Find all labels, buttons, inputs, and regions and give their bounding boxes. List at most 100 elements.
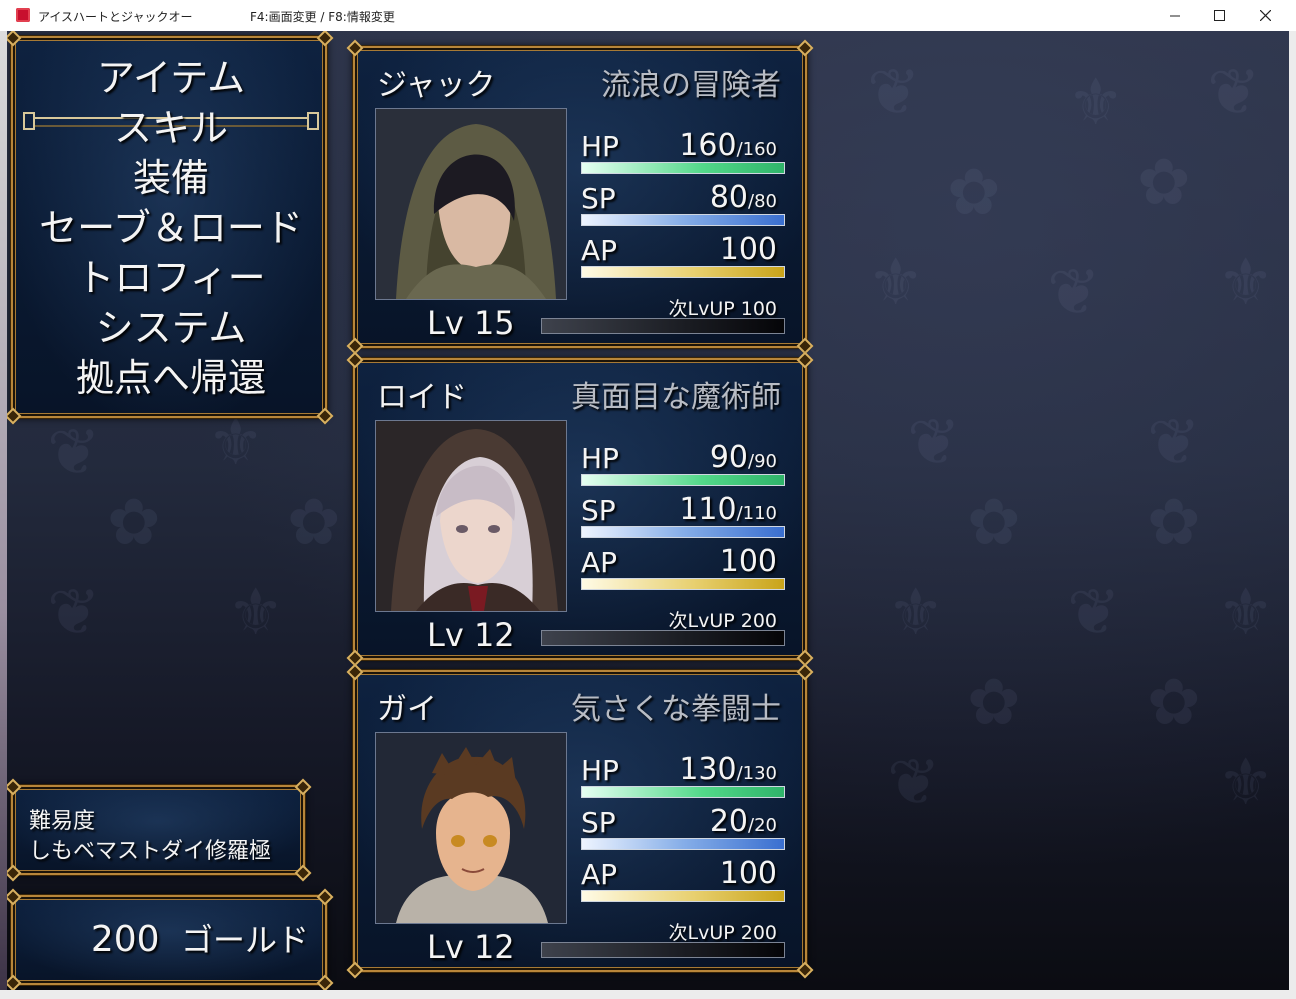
window-bottom-edge [0, 990, 1296, 999]
frame-corner-ornament [7, 864, 22, 882]
ap-label: AP [581, 234, 618, 267]
difficulty-panel: 難易度 しもベマストダイ修羅極 [7, 778, 312, 882]
character-level: Lv 12 [427, 616, 515, 654]
fleur-ornament-icon: ❦ [1147, 406, 1201, 480]
sp-label: SP [581, 182, 616, 215]
exp-bar [541, 942, 785, 958]
sp-bar [581, 214, 785, 226]
party-member-card[interactable]: ロイド 真面目な魔術師 HP 90/90 SP 110/110 AP 100 次… [346, 351, 814, 667]
frame-corner-ornament [316, 407, 334, 425]
frame-corner-ornament [796, 351, 814, 369]
desktop-edge [0, 31, 7, 999]
minimize-icon [1169, 15, 1180, 17]
fleur-ornament-icon: ⚜ [1217, 746, 1275, 820]
window-edge [1289, 31, 1296, 999]
sp-bar [581, 526, 785, 538]
fleur-ornament-icon: ✿ [1147, 486, 1201, 560]
gold-unit: ゴールド [180, 921, 309, 959]
fleur-ornament-icon: ⚜ [867, 246, 925, 320]
fleur-ornament-icon: ❦ [867, 56, 921, 130]
fleur-ornament-icon: ⚜ [887, 576, 945, 650]
gold-display: 200 ゴールド [91, 915, 309, 961]
frame-corner-ornament [346, 663, 364, 681]
difficulty-label: 難易度 [29, 809, 96, 834]
sp-value: 110/110 [679, 492, 777, 527]
difficulty-value: しもベマストダイ修羅極 [29, 839, 272, 864]
menu-item-save-load[interactable]: セーブ＆ロード [13, 203, 329, 253]
close-icon [1259, 10, 1271, 21]
character-class: 流浪の冒険者 [601, 68, 781, 103]
maximize-button[interactable] [1196, 0, 1242, 31]
frame-corner-ornament [346, 351, 364, 369]
frame-corner-ornament [796, 663, 814, 681]
fleur-ornament-icon: ❦ [907, 406, 961, 480]
minimize-button[interactable] [1152, 0, 1198, 31]
game-screen: ❦ ⚜ ❦ ✿ ✿ ⚜ ❦ ⚜ ❦ ⚜ ❦ ❦ ✿ ✿ ✿ ✿ ❦ ⚜ ⚜ ❦ … [7, 31, 1289, 990]
frame-corner-ornament [7, 407, 22, 425]
menu-item-return-to-base[interactable]: 拠点へ帰還 [13, 353, 329, 403]
hp-bar [581, 474, 785, 486]
fleur-ornament-icon: ❦ [1067, 576, 1121, 650]
ap-value: 100 [719, 856, 777, 891]
ap-value: 100 [719, 544, 777, 579]
sp-value: 20/20 [709, 804, 777, 839]
close-button[interactable] [1242, 0, 1288, 31]
menu-item-item[interactable]: アイテム [13, 53, 329, 103]
party-member-card[interactable]: ジャック 流浪の冒険者 HP 160/160 SP 80/80 AP 100 次… [346, 39, 814, 355]
hotkey-hint: F4:画面変更 / F8:情報変更 [250, 10, 395, 24]
frame-corner-ornament [294, 778, 312, 796]
fleur-ornament-icon: ✿ [1137, 146, 1191, 220]
party-member-card[interactable]: ガイ 気さくな拳闘士 HP 130/130 SP 20/20 AP 100 次L… [346, 663, 814, 979]
fleur-ornament-icon: ❦ [47, 416, 101, 490]
gold-panel: 200 ゴールド [7, 888, 334, 990]
next-levelup: 次LvUP 100 [668, 298, 778, 320]
frame-corner-ornament [796, 39, 814, 57]
fleur-ornament-icon: ❦ [47, 576, 101, 650]
fleur-ornament-icon: ❦ [887, 746, 941, 820]
ap-bar [581, 266, 785, 278]
frame-corner-ornament [346, 961, 364, 979]
fleur-ornament-icon: ✿ [947, 156, 1001, 230]
frame-corner-ornament [346, 39, 364, 57]
character-name: ロイド [377, 380, 467, 415]
fleur-ornament-icon: ✿ [1147, 666, 1201, 740]
character-level: Lv 15 [427, 304, 515, 342]
ap-value: 100 [719, 232, 777, 267]
character-level: Lv 12 [427, 928, 515, 966]
brawler-portrait [375, 732, 567, 924]
command-menu: アイテム スキル 装備 セーブ＆ロード トロフィー システム 拠点へ帰還 [7, 31, 334, 425]
fleur-ornament-icon: ✿ [967, 486, 1021, 560]
sp-value: 80/80 [709, 180, 777, 215]
menu-item-system[interactable]: システム [13, 303, 329, 353]
menu-item-skill[interactable]: スキル [13, 103, 329, 153]
hp-value: 130/130 [679, 752, 777, 787]
fleur-ornament-icon: ⚜ [207, 406, 265, 480]
hp-bar [581, 786, 785, 798]
frame-corner-ornament [796, 961, 814, 979]
exp-bar [541, 630, 785, 646]
character-class: 真面目な魔術師 [571, 380, 781, 415]
hp-label: HP [581, 442, 619, 475]
hooded-mage-portrait [375, 420, 567, 612]
hooded-adventurer-portrait [375, 108, 567, 300]
character-name: ガイ [377, 692, 437, 727]
frame-corner-ornament [7, 31, 22, 47]
frame-corner-ornament [7, 974, 22, 990]
ap-label: AP [581, 546, 618, 579]
fleur-ornament-icon: ❦ [1207, 56, 1261, 130]
hp-value: 90/90 [709, 440, 777, 475]
fleur-ornament-icon: ⚜ [1067, 66, 1125, 140]
sp-bar [581, 838, 785, 850]
character-class: 気さくな拳闘士 [571, 692, 781, 727]
hp-label: HP [581, 754, 619, 787]
fleur-ornament-icon: ✿ [107, 486, 161, 560]
fleur-ornament-icon: ⚜ [227, 576, 285, 650]
hp-value: 160/160 [679, 128, 777, 163]
next-levelup: 次LvUP 200 [668, 922, 778, 944]
window-titlebar: アイスハートとジャックオー F4:画面変更 / F8:情報変更 [0, 0, 1296, 32]
fleur-ornament-icon: ✿ [287, 486, 341, 560]
menu-item-trophy[interactable]: トロフィー [13, 253, 329, 303]
sp-label: SP [581, 806, 616, 839]
menu-item-equipment[interactable]: 装備 [13, 153, 329, 203]
gold-amount: 200 [90, 919, 160, 960]
